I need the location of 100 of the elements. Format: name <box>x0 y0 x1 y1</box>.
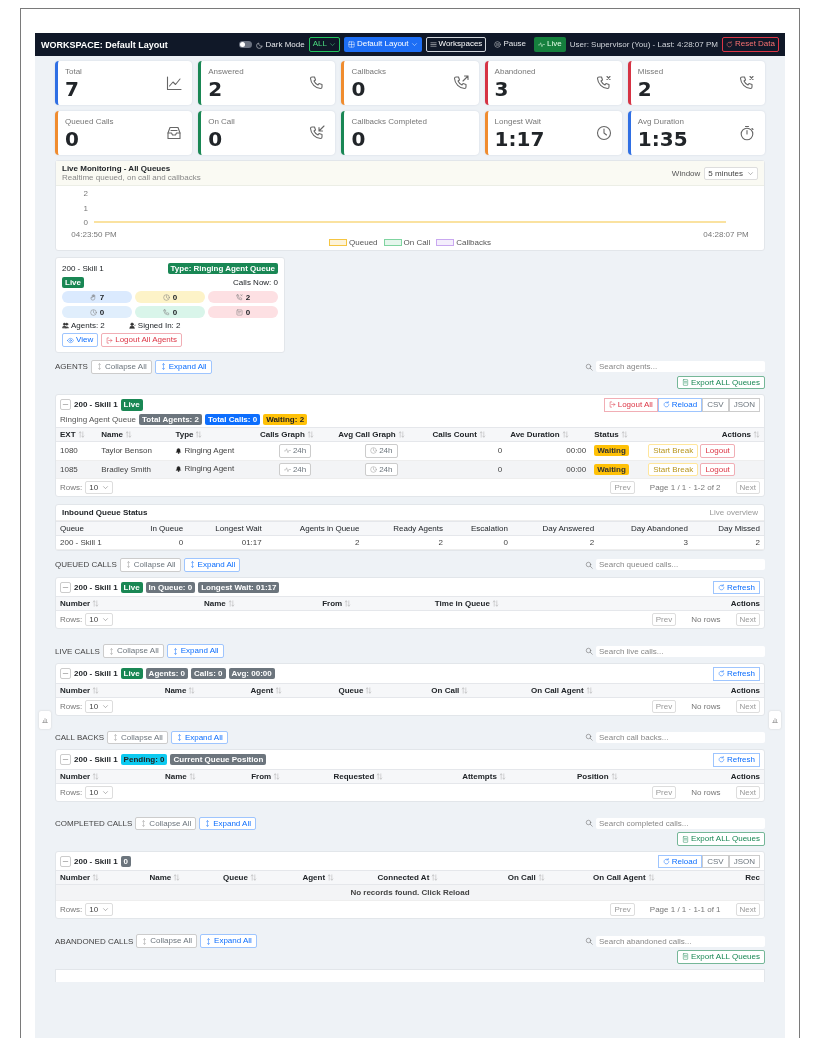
next-button[interactable]: Next <box>735 785 760 799</box>
dark-mode-toggle[interactable] <box>238 41 252 48</box>
break-button[interactable]: Start Break <box>648 443 699 458</box>
column-header[interactable]: Attempts <box>458 769 573 784</box>
panel-action-button[interactable]: JSON <box>728 398 760 412</box>
pause-button[interactable]: Pause <box>490 37 531 52</box>
column-header[interactable]: Type <box>171 427 256 442</box>
column-header[interactable]: Agent <box>246 683 335 697</box>
column-header[interactable]: Actions <box>644 427 764 442</box>
expand-all-button[interactable]: Expand All <box>200 934 257 949</box>
logout-button[interactable]: Logout <box>700 443 735 458</box>
column-header[interactable]: On Call <box>503 870 590 885</box>
side-handle[interactable] <box>39 711 51 729</box>
logout-all-button[interactable]: Logout All Agents <box>101 333 183 347</box>
next-button[interactable]: Next <box>735 481 760 495</box>
panel-action-button[interactable]: Refresh <box>713 753 760 767</box>
column-header[interactable]: Name <box>161 769 248 784</box>
search-field[interactable]: Search abandoned calls... <box>596 935 765 947</box>
export-button[interactable]: Export ALL Queues <box>676 832 765 846</box>
page-size-select[interactable]: 10 <box>85 903 114 917</box>
collapse-all-button[interactable]: Collapse All <box>102 644 164 658</box>
column-header[interactable]: Avg Call Graph <box>334 427 429 442</box>
search-field[interactable]: Search call backs... <box>596 731 765 743</box>
panel-action-button[interactable]: JSON <box>728 854 760 869</box>
window-select[interactable]: 5 minutes <box>704 166 758 180</box>
panel-action-button[interactable]: Reload <box>657 398 703 412</box>
page-size-select[interactable]: 10 <box>85 481 114 495</box>
column-header[interactable]: From <box>247 769 330 784</box>
collapse-button[interactable] <box>60 399 71 411</box>
column-header[interactable]: From <box>318 596 431 611</box>
expand-all-button[interactable]: Expand All <box>183 558 241 572</box>
workspaces-button[interactable]: Workspaces <box>425 37 487 52</box>
side-handle[interactable] <box>769 711 781 729</box>
column-header[interactable]: Number <box>56 870 146 885</box>
expand-all-button[interactable]: Expand All <box>170 730 228 745</box>
break-button[interactable]: Start Break <box>648 462 699 477</box>
collapse-button[interactable] <box>60 856 71 868</box>
column-header[interactable]: Status <box>590 427 645 442</box>
column-header[interactable]: On Call Agent <box>527 683 682 697</box>
column-header[interactable]: Time in Queue <box>430 596 651 611</box>
collapse-button[interactable] <box>60 668 71 680</box>
column-header[interactable]: On Call <box>427 683 528 697</box>
column-header[interactable]: Number <box>56 769 161 784</box>
export-button[interactable]: Export ALL Queues <box>676 950 765 964</box>
prev-button[interactable]: Prev <box>610 903 635 917</box>
column-header[interactable]: Position <box>573 769 681 784</box>
expand-all-button[interactable]: Expand All <box>166 644 224 658</box>
view-button[interactable]: View <box>62 333 99 347</box>
column-header[interactable]: Queue <box>219 870 299 885</box>
column-header[interactable]: On Call Agent <box>589 870 721 885</box>
panel-action-button[interactable]: Reload <box>657 854 703 869</box>
page-size-select[interactable]: 10 <box>85 613 114 627</box>
column-header[interactable]: Connected At <box>373 870 504 885</box>
graph-button[interactable]: 24h <box>278 462 312 477</box>
collapse-all-button[interactable]: Collapse All <box>136 934 198 949</box>
graph-button[interactable]: 24h <box>365 443 398 458</box>
next-button[interactable]: Next <box>735 699 760 713</box>
layout-button[interactable]: Default Layout <box>343 37 422 52</box>
page-size-select[interactable]: 10 <box>85 699 114 713</box>
column-header[interactable]: Name <box>199 596 319 611</box>
panel-action-button[interactable]: Refresh <box>713 580 760 595</box>
prev-button[interactable]: Prev <box>651 785 677 799</box>
collapse-all-button[interactable]: Collapse All <box>119 558 181 572</box>
collapse-button[interactable] <box>60 754 71 766</box>
reset-button[interactable]: Reset Data <box>721 37 779 52</box>
column-header[interactable]: Agent <box>298 870 374 885</box>
search-field[interactable]: Search agents... <box>596 361 765 373</box>
panel-action-button[interactable]: Logout All <box>603 398 658 412</box>
collapse-all-button[interactable]: Collapse All <box>90 359 152 374</box>
search-field[interactable]: Search queued calls... <box>596 559 765 571</box>
collapse-button[interactable] <box>60 582 71 593</box>
column-header[interactable]: Calls Graph <box>255 427 335 442</box>
logout-button[interactable]: Logout <box>700 462 735 477</box>
expand-all-button[interactable]: Expand All <box>154 359 212 374</box>
queue-filter-select[interactable]: ALL <box>308 37 340 52</box>
live-button[interactable]: Live <box>534 37 566 52</box>
column-header[interactable]: Name <box>160 683 247 697</box>
export-button[interactable]: Export ALL Queues <box>676 375 765 390</box>
expand-all-button[interactable]: Expand All <box>199 816 256 831</box>
column-header[interactable]: Requested <box>329 769 459 784</box>
column-header[interactable]: EXT <box>56 427 98 442</box>
column-header[interactable]: Name <box>145 870 219 885</box>
prev-button[interactable]: Prev <box>651 613 677 627</box>
panel-action-button[interactable]: CSV <box>702 398 729 412</box>
graph-button[interactable]: 24h <box>278 443 312 458</box>
collapse-all-button[interactable]: Collapse All <box>135 816 197 831</box>
column-header[interactable]: Name <box>97 427 172 442</box>
panel-action-button[interactable]: CSV <box>702 854 729 869</box>
graph-button[interactable]: 24h <box>365 462 398 477</box>
collapse-all-button[interactable]: Collapse All <box>107 730 168 745</box>
panel-action-button[interactable]: Refresh <box>713 666 760 681</box>
page-size-select[interactable]: 10 <box>85 785 114 799</box>
column-header[interactable]: Queue <box>334 683 428 697</box>
prev-button[interactable]: Prev <box>610 481 635 495</box>
column-header[interactable]: Ave Duration <box>506 427 591 442</box>
search-field[interactable]: Search completed calls... <box>596 818 765 829</box>
next-button[interactable]: Next <box>735 903 760 917</box>
column-header[interactable]: Number <box>56 683 161 697</box>
column-header[interactable]: Number <box>56 596 200 611</box>
prev-button[interactable]: Prev <box>651 699 677 713</box>
